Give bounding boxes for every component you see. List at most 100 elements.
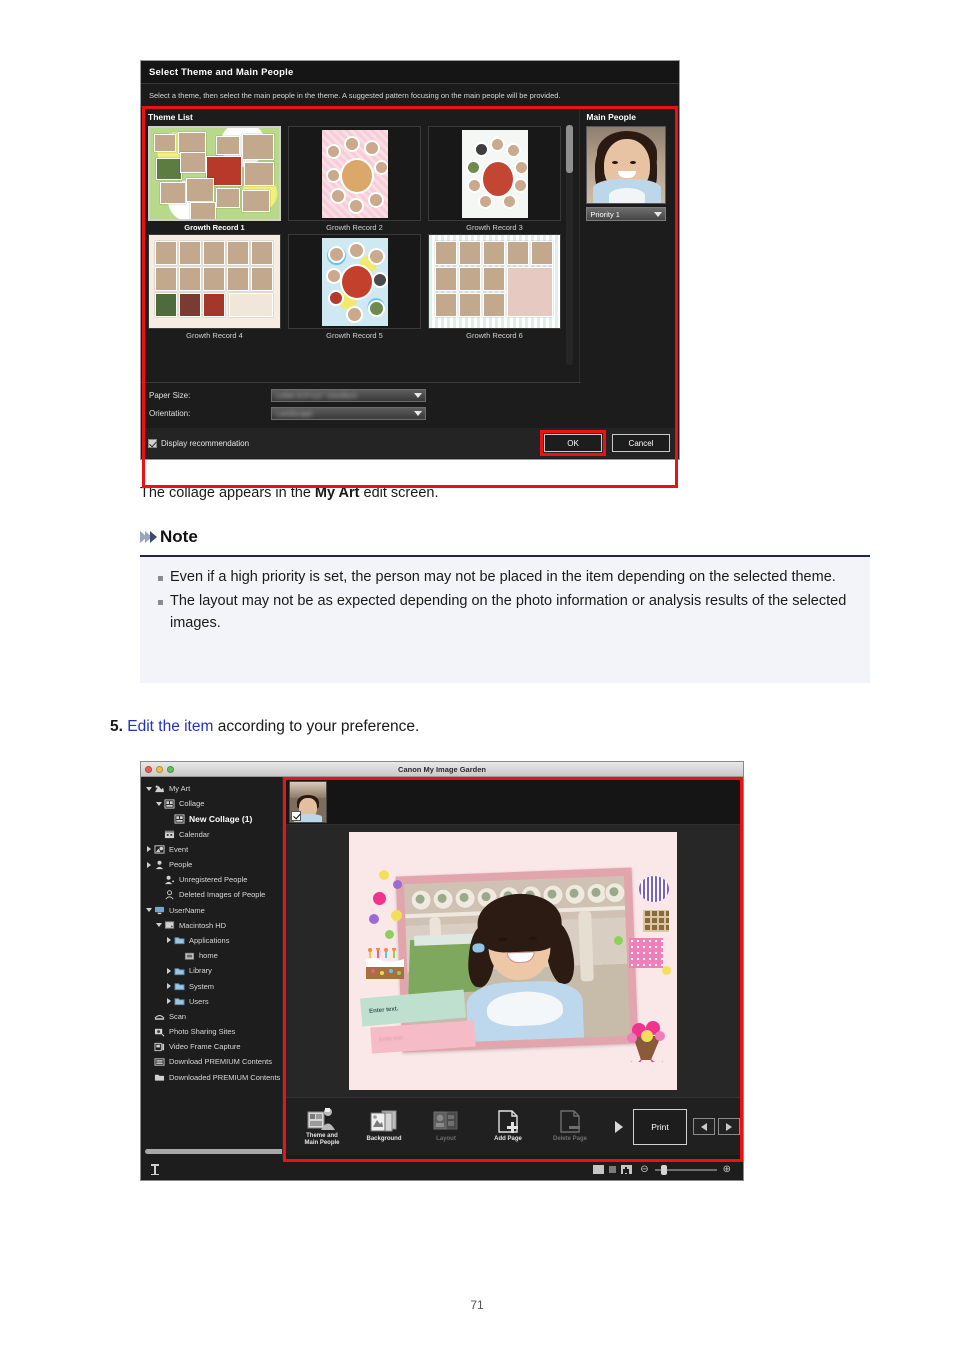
sidebar-item-home[interactable]: home (145, 948, 282, 963)
theme-cell-growth-record-5[interactable]: Growth Record 5 (288, 234, 428, 340)
sidebar-item-collage[interactable]: Collage (145, 796, 282, 811)
sidebar-item-people[interactable]: People (145, 857, 282, 872)
main-person-thumbnail[interactable] (586, 126, 667, 204)
dialog-description: Select a theme, then select the main peo… (141, 84, 679, 107)
stripes-sticker-icon (639, 876, 669, 902)
sidebar-item-new-collage-1[interactable]: New Collage (1) (145, 811, 282, 826)
sidebar-item-my-art[interactable]: My Art (145, 781, 282, 796)
event-icon (153, 844, 169, 854)
theme-cell-growth-record-6[interactable]: Growth Record 6 (428, 234, 568, 340)
theme-thumb-art-1 (150, 128, 279, 219)
fit-to-window-icon[interactable] (621, 1165, 633, 1174)
sidebar-item-scan[interactable]: Scan (145, 1009, 282, 1024)
previous-page-button[interactable] (693, 1118, 715, 1135)
filmstrip-checkbox[interactable] (291, 811, 301, 821)
sidebar-item-macintosh-hd[interactable]: Macintosh HD (145, 918, 282, 933)
collage-sentence-post: edit screen. (359, 485, 439, 501)
chevron-right-icon[interactable] (165, 967, 173, 974)
folder-icon (173, 935, 189, 945)
paper-size-row: Paper Size: Letter 8.5"x11" 22x28cm (149, 387, 581, 403)
sidebar-horizontal-scrollbar[interactable] (145, 1149, 295, 1154)
chevron-down-icon[interactable] (155, 923, 163, 928)
gift-box-sticker-icon (643, 910, 669, 932)
sidebar-item-photo-sharing-sites[interactable]: Photo Sharing Sites (145, 1024, 282, 1039)
zoom-out-icon[interactable]: ⊖ (640, 1164, 648, 1175)
collage-page[interactable]: Enter text. Enter text. (349, 832, 677, 1090)
zoom-slider[interactable] (654, 1164, 717, 1175)
theme-thumbnail-6 (428, 234, 561, 329)
sidebar-item-deleted-images-of-people[interactable]: Deleted Images of People (145, 887, 282, 902)
sidebar-item-download-premium-contents[interactable]: Download PREMIUM Contents (145, 1054, 282, 1069)
cancel-button[interactable]: Cancel (612, 434, 670, 452)
zoom-slider-knob[interactable] (660, 1164, 667, 1175)
paper-size-dropdown[interactable]: Letter 8.5"x11" 22x28cm (271, 388, 426, 402)
sidebar-item-library[interactable]: Library (145, 963, 282, 978)
chevron-right-icon (150, 531, 157, 543)
folder-icon (173, 981, 189, 991)
my-art-bold: My Art (314, 485, 360, 501)
theme-thumb-art-3 (461, 129, 528, 218)
theme-cell-growth-record-1[interactable]: Growth Record 1 (148, 126, 288, 232)
status-bar: ⊖ ⊕ (142, 1160, 742, 1179)
single-page-view-icon[interactable] (593, 1165, 605, 1174)
chevron-down-icon (654, 211, 663, 217)
sidebar-item-users[interactable]: Users (145, 994, 282, 1009)
theme-cell-growth-record-3[interactable]: Growth Record 3 (428, 126, 568, 232)
theme-thumb-art-5 (321, 237, 388, 326)
sidebar-item-event[interactable]: Event (145, 842, 282, 857)
toolbar-add-page[interactable]: Add Page (477, 1109, 539, 1144)
sidebar-item-system[interactable]: System (145, 978, 282, 993)
photo-sharing-icon (153, 1027, 169, 1037)
pillar-right (578, 911, 594, 982)
note-arrows-icon (140, 531, 157, 543)
toolbar-background[interactable]: Background (353, 1109, 415, 1144)
sidebar-item-unregistered-people[interactable]: Unregistered People (145, 872, 282, 887)
next-page-button[interactable] (718, 1118, 740, 1135)
filmstrip-thumbnail[interactable] (289, 781, 327, 823)
theme-cell-growth-record-4[interactable]: Growth Record 4 (148, 234, 288, 340)
sidebar-item-label: Scan (169, 1011, 187, 1021)
sidebar-item-applications[interactable]: Applications (145, 933, 282, 948)
arrow-right-icon (726, 1122, 732, 1131)
thumbnail-view-icon[interactable] (609, 1166, 617, 1173)
edit-the-item-link[interactable]: Edit the item (127, 718, 213, 735)
theme-thumb-art-4 (149, 235, 280, 328)
sidebar-item-username[interactable]: UserName (145, 903, 282, 918)
toolbar-layout[interactable]: Layout (415, 1109, 477, 1144)
paper-size-value: Letter 8.5"x11" 22x28cm (276, 390, 358, 400)
chevron-right-icon[interactable] (145, 846, 153, 853)
zoom-in-icon[interactable]: ⊕ (723, 1164, 731, 1175)
sidebar-item-label: New Collage (1) (189, 813, 253, 824)
toolbar-delete-page[interactable]: Delete Page (539, 1109, 601, 1144)
person-collar (609, 188, 646, 203)
chevron-down-icon[interactable] (145, 908, 153, 913)
sidebar-item-calendar[interactable]: Calendar (145, 827, 282, 842)
sidebar-item-label: UserName (169, 905, 205, 915)
ok-button-highlight: OK (540, 430, 606, 456)
background-icon (370, 1110, 397, 1132)
display-recommendation-checkbox[interactable] (148, 438, 157, 448)
chevron-down-icon[interactable] (155, 801, 163, 806)
cake-sticker-icon (366, 948, 404, 979)
theme-list-scrollbar[interactable] (566, 125, 574, 365)
chevron-right-icon[interactable] (165, 937, 173, 944)
sidebar-item-downloaded-premium-contents[interactable]: Downloaded PREMIUM Contents (145, 1070, 282, 1085)
toolbar-label: Layout (436, 1136, 456, 1143)
priority-dropdown[interactable]: Priority 1 (586, 207, 667, 221)
theme-list-scrollbar-thumb[interactable] (566, 125, 574, 173)
chevron-down-icon[interactable] (145, 786, 153, 791)
print-button[interactable]: Print (633, 1108, 687, 1145)
theme-cell-growth-record-2[interactable]: Growth Record 2 (288, 126, 428, 232)
ok-button[interactable]: OK (544, 434, 602, 452)
toolbar-expand-arrow-icon[interactable] (615, 1120, 623, 1133)
plate-decor (432, 888, 455, 911)
chevron-right-icon[interactable] (165, 983, 173, 990)
theme-list-panel: Theme List Growth Record 1 Growth Record… (141, 107, 580, 382)
text-cursor-icon (151, 1164, 159, 1175)
chevron-right-icon[interactable] (145, 861, 153, 868)
chevron-right-icon[interactable] (165, 998, 173, 1005)
plate-decor (564, 883, 586, 906)
sidebar-item-video-frame-capture[interactable]: Video Frame Capture (145, 1039, 282, 1054)
toolbar-theme-and-main-people[interactable]: Theme and Main People (291, 1106, 353, 1148)
orientation-dropdown[interactable]: Landscape (271, 406, 426, 420)
